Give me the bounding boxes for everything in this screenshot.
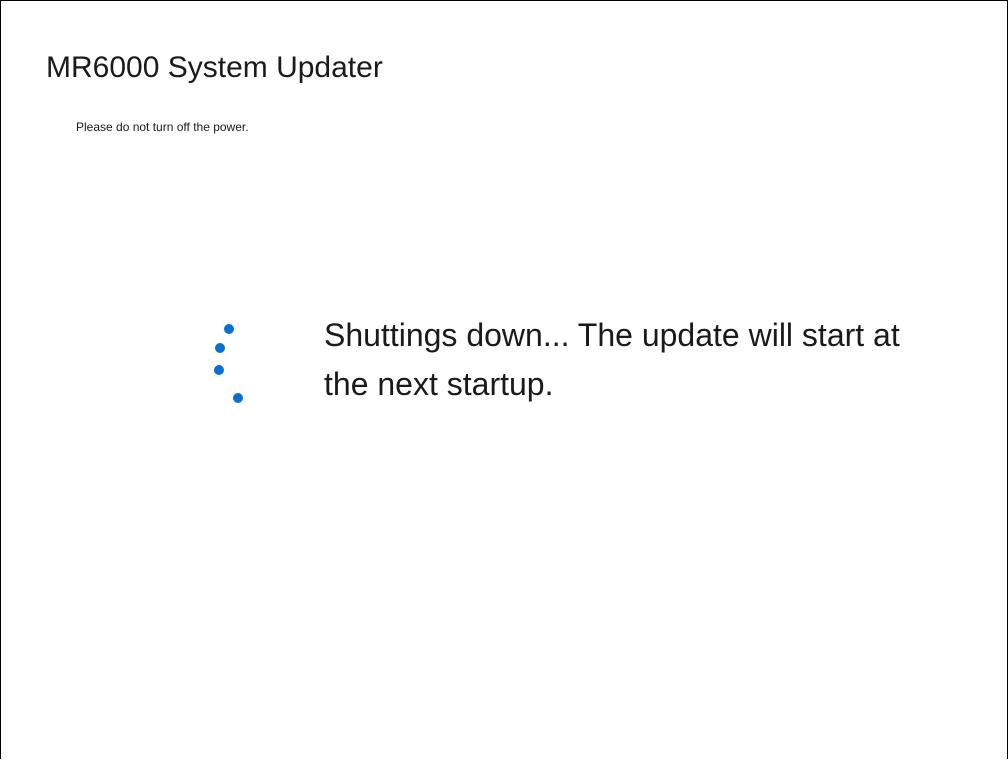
spinner-dot xyxy=(233,393,243,403)
spinner-dot xyxy=(214,365,224,375)
status-message: Shuttings down... The update will start … xyxy=(324,317,900,402)
page-title: MR6000 System Updater xyxy=(46,51,383,84)
power-warning: Please do not turn off the power. xyxy=(76,120,249,134)
spinner-dot xyxy=(224,324,234,334)
spinner-dot xyxy=(215,343,225,353)
loading-spinner-icon xyxy=(206,317,250,413)
updater-window: MR6000 System Updater Please do not turn… xyxy=(0,0,1008,759)
